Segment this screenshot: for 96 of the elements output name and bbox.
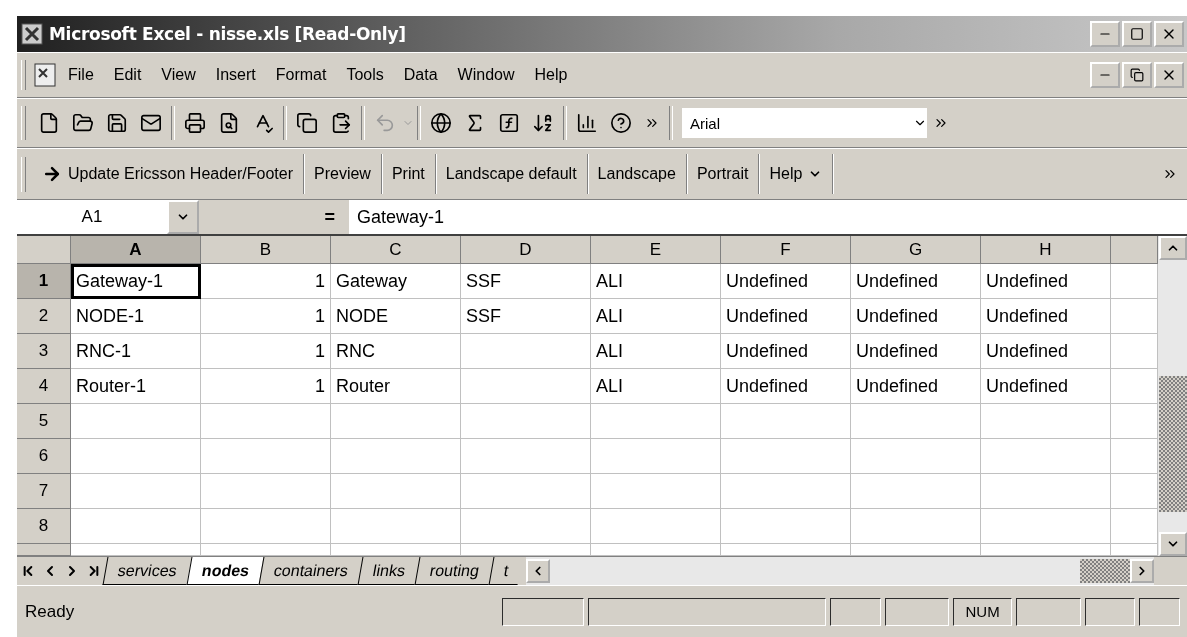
table-cell: RNC (331, 334, 461, 369)
table-cell: 1 (201, 299, 331, 334)
formula-field[interactable]: Gateway-1 (349, 200, 1187, 234)
scrollbar-thumb[interactable] (1080, 559, 1130, 583)
status-pane (1016, 597, 1081, 626)
status-pane (1084, 597, 1135, 626)
column-header[interactable]: F (721, 236, 851, 264)
status-text: Ready (25, 601, 76, 622)
table-cell: Undefined (851, 334, 981, 369)
minimize-button[interactable] (1090, 21, 1120, 47)
corner-cell[interactable] (17, 236, 71, 264)
table-cell: ALI (591, 299, 721, 334)
column-header[interactable]: G (851, 236, 981, 264)
table-cell: Undefined (851, 264, 981, 299)
minimize-button[interactable] (1090, 62, 1120, 88)
table-cell: SSF (461, 264, 591, 299)
scroll-up-button[interactable] (1159, 236, 1187, 260)
column-header[interactable]: B (201, 236, 331, 264)
menu-item[interactable]: Edit (113, 66, 142, 84)
toolbar-button[interactable]: Preview (304, 154, 382, 194)
table-cell: Router-1 (71, 369, 201, 404)
row-header[interactable]: 2 (17, 299, 71, 334)
table-cell: Undefined (981, 334, 1111, 369)
status-indicator: NUM (953, 597, 1013, 626)
scroll-down-button[interactable] (1159, 532, 1187, 556)
horizontal-scrollbar[interactable] (526, 557, 1154, 585)
scrollbar-thumb[interactable] (1159, 376, 1187, 512)
table-cell: Router (331, 369, 461, 404)
column-header[interactable]: A (71, 236, 201, 264)
table-cell: NODE (331, 299, 461, 334)
table-cell: Undefined (721, 369, 851, 404)
table-cell: Undefined (851, 299, 981, 334)
table-cell: ALI (591, 369, 721, 404)
table-cell: ALI (591, 334, 721, 369)
row-header[interactable]: 3 (17, 334, 71, 369)
column-header[interactable]: D (461, 236, 591, 264)
maximize-icon (1130, 27, 1144, 41)
table-cell: Undefined (721, 299, 851, 334)
table-cell: 1 (201, 264, 331, 299)
table-cell: Undefined (721, 264, 851, 299)
row-header[interactable]: 8 (17, 509, 71, 544)
font-field[interactable]: Arial (682, 108, 927, 138)
maximize-button[interactable] (1122, 21, 1152, 47)
restore-button[interactable] (1122, 62, 1152, 88)
name-box[interactable]: A1 (17, 200, 167, 234)
toolbar-button[interactable]: Landscape default (435, 154, 588, 194)
excel-icon (21, 23, 43, 45)
row-header[interactable]: 6 (17, 439, 71, 474)
menu-item[interactable]: Help (534, 66, 568, 84)
status-pane (1138, 597, 1180, 626)
table-cell: Undefined (851, 369, 981, 404)
table-cell: Undefined (981, 299, 1111, 334)
row-header[interactable]: 5 (17, 404, 71, 439)
scroll-left-button[interactable] (526, 559, 551, 583)
toolbar-button[interactable]: Landscape (587, 154, 687, 194)
restore-icon (1130, 68, 1144, 82)
workbook-icon[interactable] (32, 62, 58, 88)
column-header[interactable]: C (331, 236, 461, 264)
font-name: Arial (690, 114, 720, 132)
toolbar-button[interactable]: Portrait (686, 154, 760, 194)
table-cell: Undefined (721, 334, 851, 369)
table-cell: SSF (461, 299, 591, 334)
table-cell: 1 (201, 369, 331, 404)
table-cell: RNC-1 (71, 334, 201, 369)
row-header[interactable]: 4 (17, 369, 71, 404)
menu-item[interactable]: Window (457, 66, 515, 84)
menu-item[interactable]: File (68, 66, 94, 84)
menu-item[interactable]: Insert (215, 66, 256, 84)
table-cell: Gateway (331, 264, 461, 299)
row-header[interactable]: 1 (17, 264, 71, 299)
window-title: Microsoft Excel - nisse.xls [Read-Only] (49, 24, 407, 44)
table-cell: ALI (591, 264, 721, 299)
name-box-dropdown[interactable] (167, 200, 199, 234)
toolbar-button[interactable]: Help (759, 154, 834, 194)
menu-item[interactable]: View (161, 66, 196, 84)
table-cell: NODE-1 (71, 299, 201, 334)
sheet-tab[interactable]: nodes (186, 557, 264, 585)
toolbar-button[interactable]: Update Ericsson Header/Footer (32, 154, 304, 194)
close-button[interactable] (1154, 21, 1184, 47)
table-cell: Undefined (981, 369, 1111, 404)
column-header[interactable]: H (981, 236, 1111, 264)
close-button[interactable] (1154, 62, 1184, 88)
vertical-scrollbar[interactable] (1158, 236, 1187, 556)
scroll-right-button[interactable] (1130, 559, 1154, 583)
menu-item[interactable]: Format (275, 66, 327, 84)
column-header[interactable]: E (591, 236, 721, 264)
table-cell: Undefined (981, 264, 1111, 299)
table-cell: 1 (201, 334, 331, 369)
row-header[interactable]: 7 (17, 474, 71, 509)
toolbar-button[interactable]: Print (381, 154, 436, 194)
active-cell: Gateway-1 (71, 264, 201, 299)
status-pane (830, 597, 881, 626)
menu-item[interactable]: Tools (346, 66, 384, 84)
status-pane (884, 597, 950, 626)
equals-sign: = (323, 205, 336, 229)
menu-item[interactable]: Data (403, 66, 438, 84)
